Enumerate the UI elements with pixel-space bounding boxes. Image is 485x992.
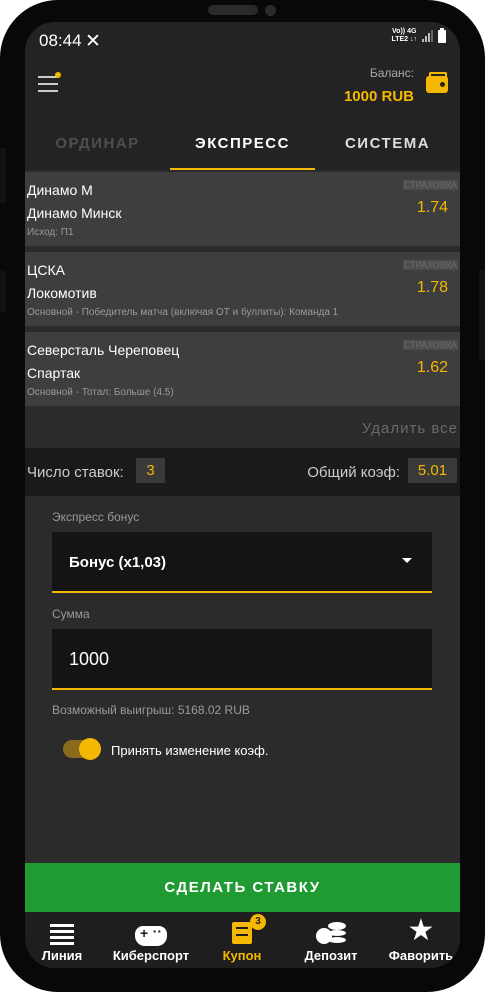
nav-label: Фаворить — [388, 948, 454, 963]
wallet-icon[interactable] — [426, 72, 448, 93]
list-icon — [50, 924, 74, 948]
tab-ordinar[interactable]: ОРДИНАР — [25, 116, 170, 170]
toggle-knob — [79, 738, 101, 760]
screen: 08:44 ✕ Vo)) 4G LTE2 ↓↑ Баланс: 1000 RUB — [25, 22, 460, 968]
bet-team1: Северсталь Череповец — [27, 342, 180, 358]
nav-label: Депозит — [304, 948, 358, 963]
insurance-tag[interactable]: СТРАХОВКА — [402, 260, 458, 270]
network-type: Vo)) 4G — [392, 28, 417, 35]
menu-icon[interactable] — [38, 72, 61, 94]
amount-field-container — [52, 629, 432, 690]
bet-coef: 1.74 — [416, 199, 448, 216]
nav-item-esports[interactable]: Киберспорт — [105, 912, 197, 968]
bet-outcome: Исход: П1 — [27, 227, 74, 238]
possible-win-text: Возможный выигрыш: 5168.02 RUB — [52, 703, 250, 717]
nav-label: Купон — [222, 948, 262, 963]
total-coef-label: Общий коэф: — [307, 464, 400, 481]
nav-item-coupon[interactable]: 3 Купон — [210, 912, 274, 968]
coupon-badge: 3 — [250, 914, 266, 930]
bet-team1: ЦСКА — [27, 262, 65, 278]
network-lte: LTE2 ↓↑ — [391, 36, 417, 43]
phone-camera — [265, 5, 276, 16]
delete-all-button[interactable]: Удалить все — [362, 420, 458, 437]
bonus-label: Экспресс бонус — [52, 510, 140, 524]
balance-value: 1000 RUB — [343, 88, 414, 105]
coupon-icon: 3 — [232, 914, 266, 944]
network-indicator: Vo)) 4G LTE2 ↓↑ — [391, 28, 417, 44]
bet-team1: Динамо М — [27, 182, 93, 198]
status-bar: 08:44 ✕ Vo)) 4G LTE2 ↓↑ — [25, 22, 460, 58]
notification-dot — [55, 72, 61, 78]
bonus-select[interactable]: Бонус (x1,03) — [52, 532, 432, 593]
bonus-select-value: Бонус (x1,03) — [69, 554, 167, 571]
bet-coef: 1.62 — [416, 359, 448, 376]
accept-change-toggle[interactable] — [63, 738, 101, 760]
bet-card[interactable]: Динамо М Динамо Минск Исход: П1 СТРАХОВК… — [25, 172, 460, 246]
amount-label: Сумма — [52, 607, 90, 621]
bet-outcome: Основной - Тотал: Больше (4.5) — [27, 387, 174, 398]
bet-card[interactable]: Северсталь Череповец Спартак Основной - … — [25, 332, 460, 406]
phone-frame: 08:44 ✕ Vo)) 4G LTE2 ↓↑ Баланс: 1000 RUB — [0, 0, 485, 992]
bottom-nav: Линия Киберспорт 3 Купон — [25, 912, 460, 968]
accept-change-label: Принять изменение коэф. — [111, 743, 269, 758]
deposit-icon — [316, 922, 346, 944]
power-button — [0, 270, 6, 312]
volume-button — [0, 148, 6, 203]
side-button — [479, 270, 485, 360]
nav-item-line[interactable]: Линия — [25, 912, 99, 968]
bet-type-tabs: ОРДИНАР ЭКСПРЕСС СИСТЕМА — [25, 116, 460, 170]
close-icon: ✕ — [85, 31, 101, 52]
chevron-down-icon — [402, 558, 412, 563]
balance-label: Баланс: — [369, 66, 414, 80]
amount-field[interactable] — [69, 649, 369, 670]
bet-count-value: 3 — [136, 458, 165, 483]
bet-outcome: Основной - Победитель матча (включая ОТ … — [27, 307, 339, 318]
nav-label: Киберспорт — [112, 948, 190, 963]
status-indicators: Vo)) 4G LTE2 ↓↑ — [391, 27, 446, 44]
bet-card[interactable]: ЦСКА Локомотив Основной - Победитель мат… — [25, 252, 460, 326]
bet-count-label: Число ставок: — [27, 464, 124, 481]
phone-speaker — [208, 5, 258, 15]
bet-list: Динамо М Динамо Минск Исход: П1 СТРАХОВК… — [25, 172, 460, 412]
bet-team2: Спартак — [27, 365, 81, 381]
nav-label: Линия — [41, 948, 83, 963]
tab-express[interactable]: ЭКСПРЕСС — [170, 116, 315, 170]
place-bet-button[interactable]: СДЕЛАТЬ СТАВКУ — [25, 863, 460, 912]
battery-icon — [438, 27, 446, 43]
star-icon: ★ — [407, 914, 435, 947]
summary-bar: Число ставок: 3 Общий коэф: 5.01 — [25, 448, 460, 496]
bet-team2: Динамо Минск — [27, 205, 122, 221]
tab-system[interactable]: СИСТЕМА — [315, 116, 460, 170]
nav-item-deposit[interactable]: Депозит — [291, 912, 371, 968]
total-coef-value: 5.01 — [408, 458, 457, 483]
bet-team2: Локомотив — [27, 285, 97, 301]
signal-icon — [422, 30, 433, 42]
insurance-tag[interactable]: СТРАХОВКА — [402, 340, 458, 350]
app-header: Баланс: 1000 RUB — [25, 58, 460, 116]
status-time: 08:44 — [39, 31, 82, 50]
insurance-tag[interactable]: СТРАХОВКА — [402, 180, 458, 190]
nav-item-favorites[interactable]: ★ Фаворить — [381, 912, 460, 968]
gamepad-icon — [135, 923, 167, 946]
bet-coef: 1.78 — [416, 279, 448, 296]
